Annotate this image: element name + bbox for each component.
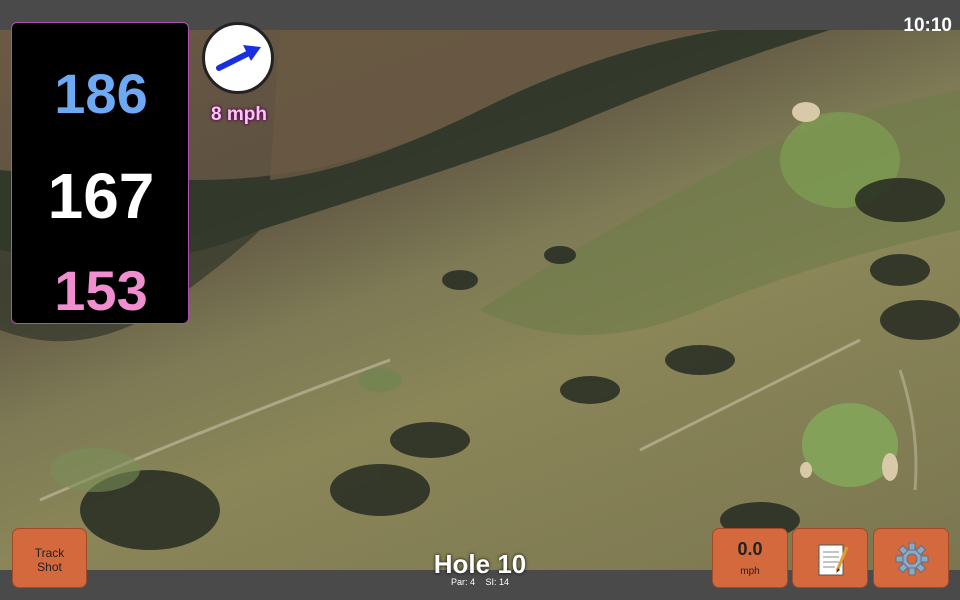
- distance-panel: 186 167 153: [11, 22, 189, 324]
- notepad-icon: [818, 544, 849, 576]
- hole-meta: Par: 4 SI: 14: [380, 577, 580, 587]
- gear-icon: [895, 542, 929, 576]
- track-shot-button[interactable]: Track Shot: [12, 528, 87, 588]
- wind-indicator: [202, 22, 274, 94]
- hole-title: Hole 10: [433, 549, 527, 579]
- speed-unit: mph: [740, 566, 760, 577]
- par-label: Par: 4: [450, 577, 475, 587]
- notes-button[interactable]: [792, 528, 868, 588]
- settings-button[interactable]: [873, 528, 949, 588]
- si-label: SI: 14: [485, 577, 510, 587]
- back-distance: 186: [54, 62, 148, 125]
- track-shot-label-line1: Track: [34, 546, 65, 560]
- speed-button[interactable]: 0.0 mph: [712, 528, 788, 588]
- front-distance: 153: [54, 259, 148, 322]
- speed-value: 0.0: [737, 539, 763, 559]
- track-shot-label-line2: Shot: [37, 560, 62, 574]
- arrow-icon: [216, 45, 261, 71]
- wind-speed: 8 mph: [211, 104, 267, 125]
- middle-distance: 167: [47, 160, 155, 232]
- clock: 10:10: [903, 15, 952, 36]
